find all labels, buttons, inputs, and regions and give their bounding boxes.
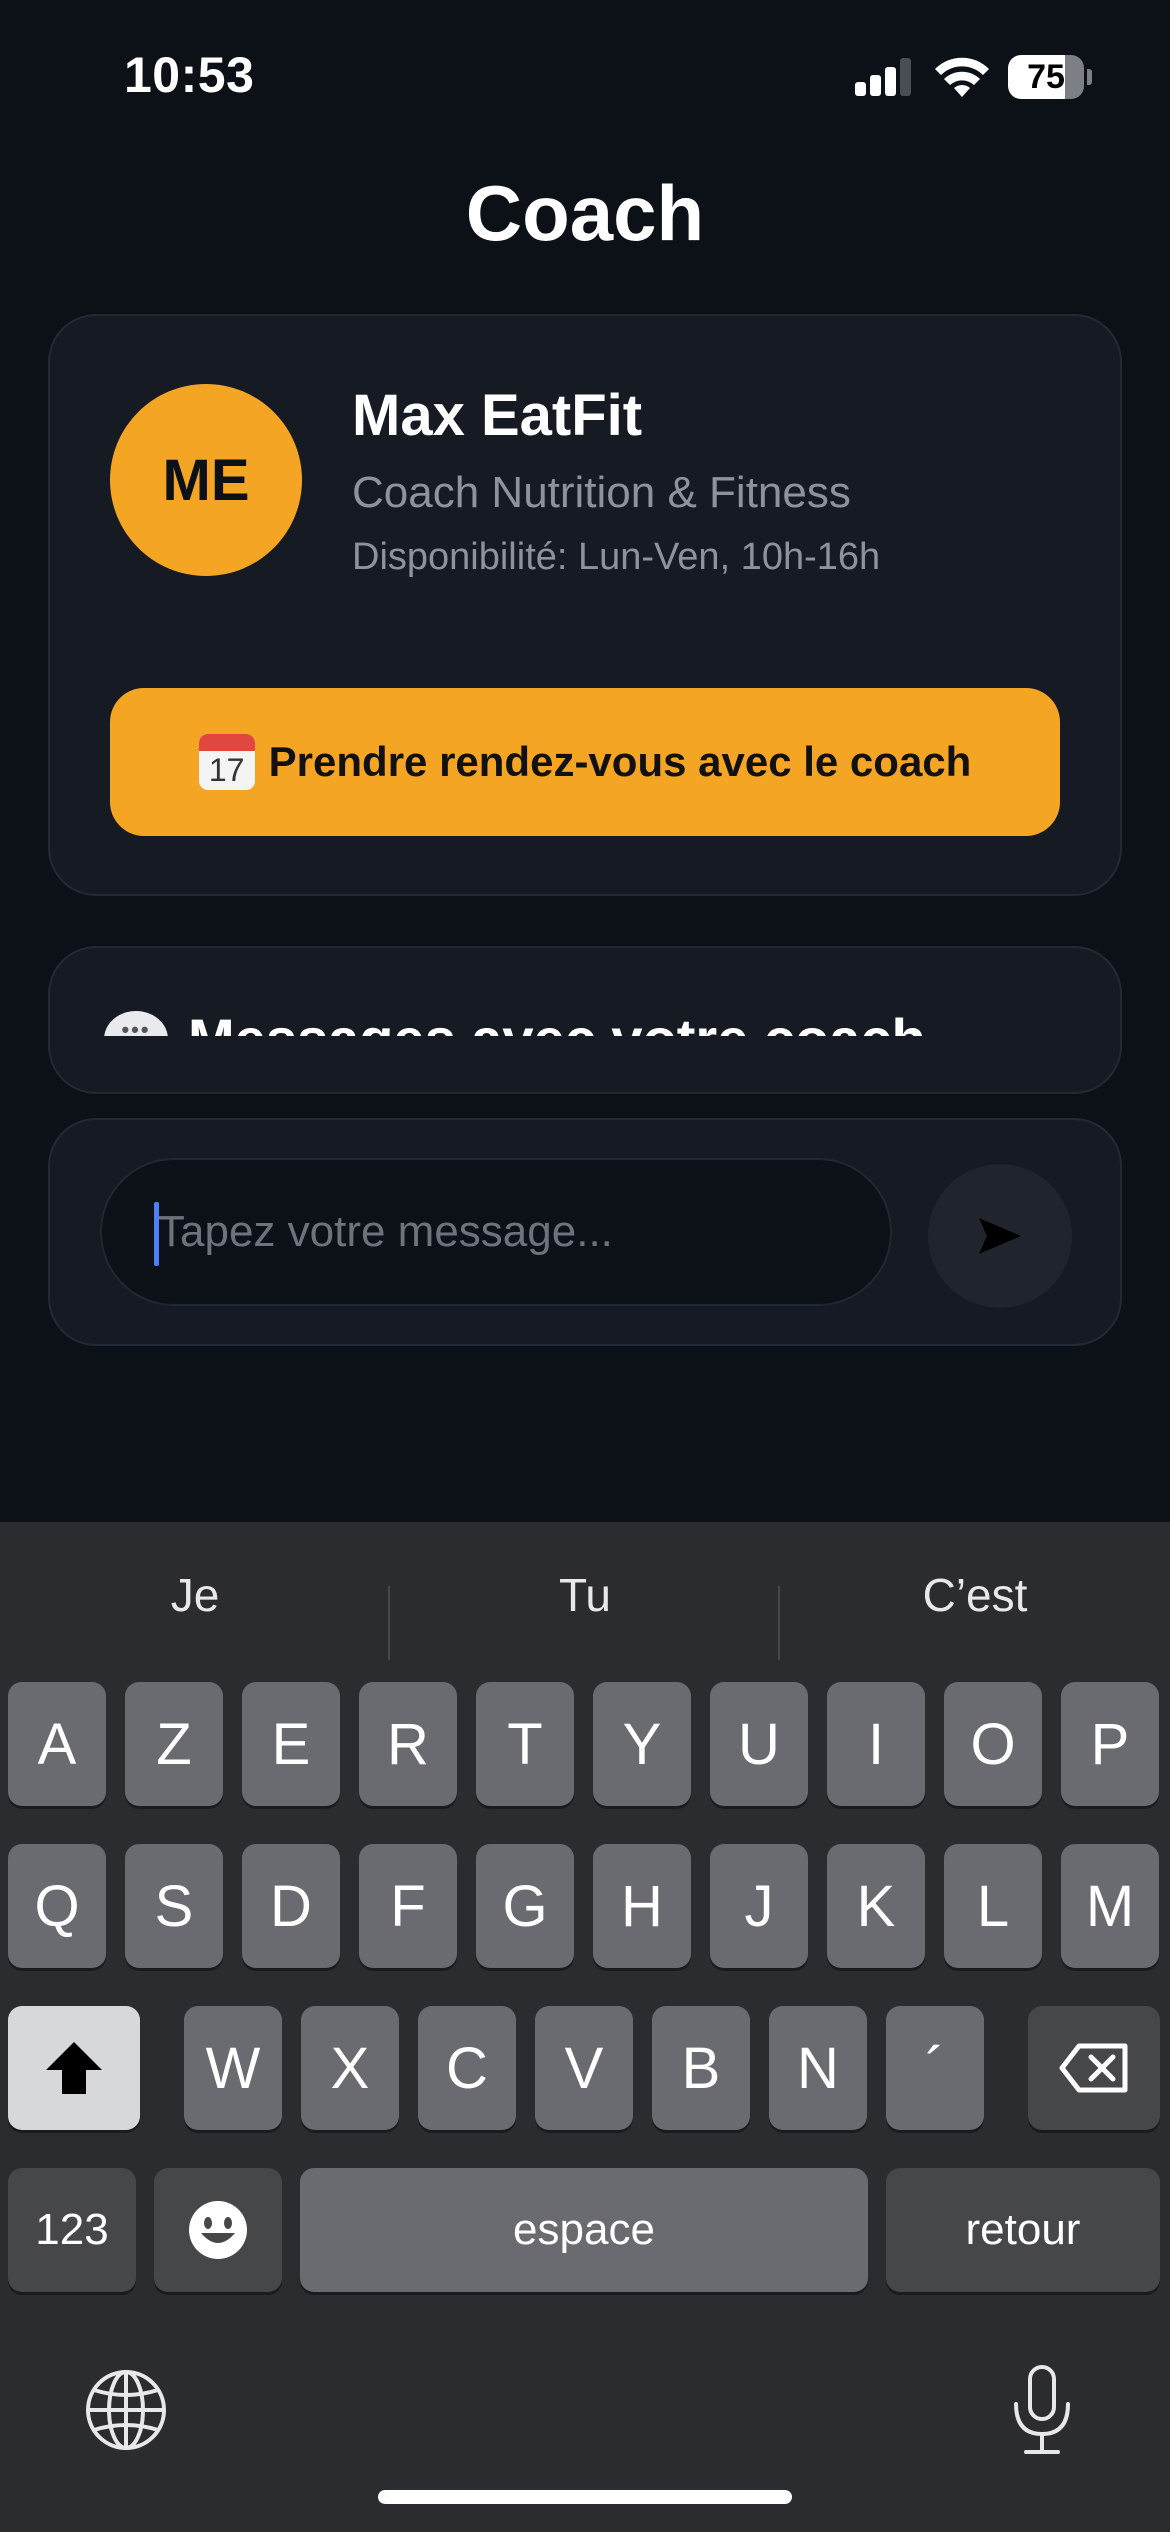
key-s[interactable]: S: [125, 1844, 223, 1968]
key-c[interactable]: C: [418, 2006, 516, 2130]
key-x[interactable]: X: [301, 2006, 399, 2130]
messages-card: Messages avec votre coach: [48, 946, 1122, 1094]
key-o[interactable]: O: [944, 1682, 1042, 1806]
key-accent[interactable]: ´: [886, 2006, 984, 2130]
key-p[interactable]: P: [1061, 1682, 1159, 1806]
backspace-icon: [1059, 2043, 1128, 2093]
key-a[interactable]: A: [8, 1682, 106, 1806]
calendar-day: 17: [208, 752, 245, 788]
coach-card: ME Max EatFit Coach Nutrition & Fitness …: [48, 314, 1122, 896]
message-input[interactable]: [100, 1158, 892, 1306]
keyboard: Je Tu C’est A Z E R T Y U I O P Q S D F G H J K L M W X C V B N ´ …: [0, 1522, 1170, 2532]
wifi-icon: [935, 57, 989, 97]
numbers-key[interactable]: 123: [8, 2168, 136, 2292]
key-l[interactable]: L: [944, 1844, 1042, 1968]
return-key[interactable]: retour: [886, 2168, 1160, 2292]
key-n[interactable]: N: [769, 2006, 867, 2130]
suggestion-2[interactable]: Tu: [390, 1550, 780, 1640]
page-title: Coach: [465, 169, 705, 257]
key-r[interactable]: R: [359, 1682, 457, 1806]
messages-header: Messages avec votre coach: [104, 1006, 926, 1036]
status-time: 10:53: [124, 47, 255, 103]
messages-title: Messages avec votre coach: [188, 1006, 926, 1036]
coach-role: Coach Nutrition & Fitness: [352, 468, 851, 517]
key-k[interactable]: K: [827, 1844, 925, 1968]
microphone-icon[interactable]: [1010, 2364, 1074, 2456]
shift-icon: [46, 2042, 102, 2094]
emoji-icon: [189, 2201, 247, 2259]
key-e[interactable]: E: [242, 1682, 340, 1806]
home-indicator[interactable]: [378, 2490, 792, 2504]
key-z[interactable]: Z: [125, 1682, 223, 1806]
calendar-icon: 17: [198, 734, 255, 790]
book-appointment-label: Prendre rendez-vous avec le coach: [268, 738, 972, 785]
battery-icon: 75: [1008, 55, 1092, 99]
key-t[interactable]: T: [476, 1682, 574, 1806]
cellular-signal-icon: [855, 58, 913, 96]
key-g[interactable]: G: [476, 1844, 574, 1968]
send-icon: [979, 1218, 1021, 1254]
keyboard-suggestions: Je Tu C’est: [0, 1550, 1170, 1660]
coach-availability: Disponibilité: Lun-Ven, 10h-16h: [352, 536, 881, 578]
message-composer: [48, 1118, 1122, 1346]
backspace-key[interactable]: [1028, 2006, 1160, 2130]
key-i[interactable]: I: [827, 1682, 925, 1806]
status-bar: 10:53 75: [0, 0, 1170, 150]
key-b[interactable]: B: [652, 2006, 750, 2130]
key-u[interactable]: U: [710, 1682, 808, 1806]
shift-key[interactable]: [8, 2006, 140, 2130]
key-q[interactable]: Q: [8, 1844, 106, 1968]
key-v[interactable]: V: [535, 2006, 633, 2130]
globe-icon[interactable]: [84, 2368, 168, 2452]
book-appointment-button[interactable]: 17 Prendre rendez-vous avec le coach: [110, 688, 1060, 836]
space-key[interactable]: espace: [300, 2168, 868, 2292]
send-button[interactable]: [928, 1164, 1072, 1308]
key-h[interactable]: H: [593, 1844, 691, 1968]
emoji-key[interactable]: [154, 2168, 282, 2292]
key-j[interactable]: J: [710, 1844, 808, 1968]
battery-level: 75: [1027, 58, 1065, 96]
coach-name: Max EatFit: [352, 383, 643, 448]
key-w[interactable]: W: [184, 2006, 282, 2130]
speech-bubble-icon: [104, 1010, 168, 1036]
key-f[interactable]: F: [359, 1844, 457, 1968]
key-m[interactable]: M: [1061, 1844, 1159, 1968]
suggestion-1[interactable]: Je: [0, 1550, 390, 1640]
key-d[interactable]: D: [242, 1844, 340, 1968]
key-y[interactable]: Y: [593, 1682, 691, 1806]
text-cursor: [154, 1202, 159, 1266]
suggestion-3[interactable]: C’est: [780, 1550, 1170, 1640]
coach-avatar: ME: [110, 384, 302, 576]
